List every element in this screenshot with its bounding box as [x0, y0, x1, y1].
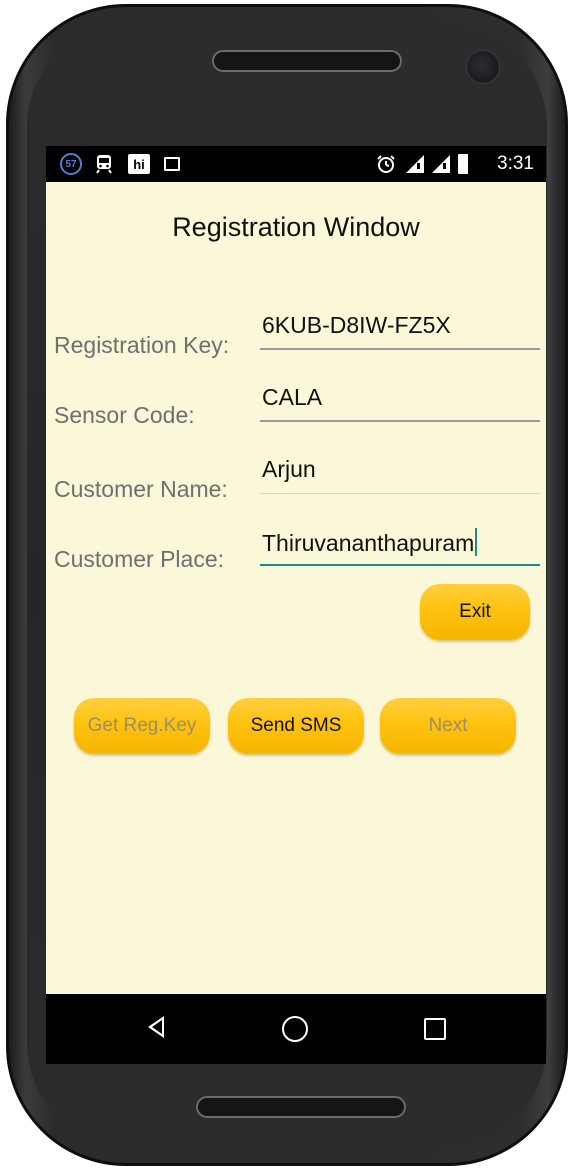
- sensor-code-field[interactable]: CALA: [260, 384, 540, 422]
- send-sms-button[interactable]: Send SMS: [228, 698, 364, 754]
- customer-place-field[interactable]: Thiruvananthapuram: [260, 528, 540, 566]
- back-icon[interactable]: [148, 1016, 164, 1038]
- exit-button[interactable]: Exit: [420, 584, 530, 640]
- status-time: 3:31: [497, 153, 534, 174]
- registration-key-label: Registration Key:: [54, 332, 230, 358]
- customer-place-label: Customer Place:: [54, 546, 225, 572]
- registration-key-value: 6KUB-D8IW-FZ5X: [262, 312, 451, 338]
- sensor-code-label: Sensor Code:: [54, 402, 195, 428]
- bottom-speaker: [196, 1096, 406, 1118]
- recent-apps-icon[interactable]: [424, 1018, 446, 1040]
- customer-name-field[interactable]: Arjun: [260, 456, 540, 494]
- status-bar: 57 hi 3:31: [46, 146, 546, 182]
- home-icon[interactable]: [282, 1016, 308, 1042]
- sensor-code-value: CALA: [262, 384, 323, 410]
- notification-count-icon: 57: [60, 153, 82, 175]
- page-title: Registration Window: [172, 212, 420, 242]
- battery-icon: [458, 154, 468, 174]
- customer-name-label: Customer Name:: [54, 476, 228, 502]
- signal-icon: [404, 153, 426, 175]
- signal-icon: [430, 153, 452, 175]
- train-icon: [94, 153, 114, 175]
- app-screen: 57 hi 3:31 Registration Window Registrat…: [46, 146, 546, 1064]
- alarm-icon: [376, 153, 396, 175]
- image-icon: [164, 157, 180, 171]
- front-camera: [466, 50, 500, 84]
- registration-key-field[interactable]: 6KUB-D8IW-FZ5X: [260, 312, 540, 350]
- hi-app-icon: hi: [128, 154, 150, 174]
- next-button[interactable]: Next: [380, 698, 516, 754]
- customer-name-value: Arjun: [262, 456, 316, 482]
- notification-count: 57: [65, 158, 77, 170]
- navigation-bar: [46, 994, 546, 1064]
- get-reg-key-button[interactable]: Get Reg.Key: [74, 698, 210, 754]
- text-cursor: [475, 528, 478, 556]
- earpiece-speaker: [212, 50, 402, 72]
- customer-place-value: Thiruvananthapuram: [262, 530, 475, 556]
